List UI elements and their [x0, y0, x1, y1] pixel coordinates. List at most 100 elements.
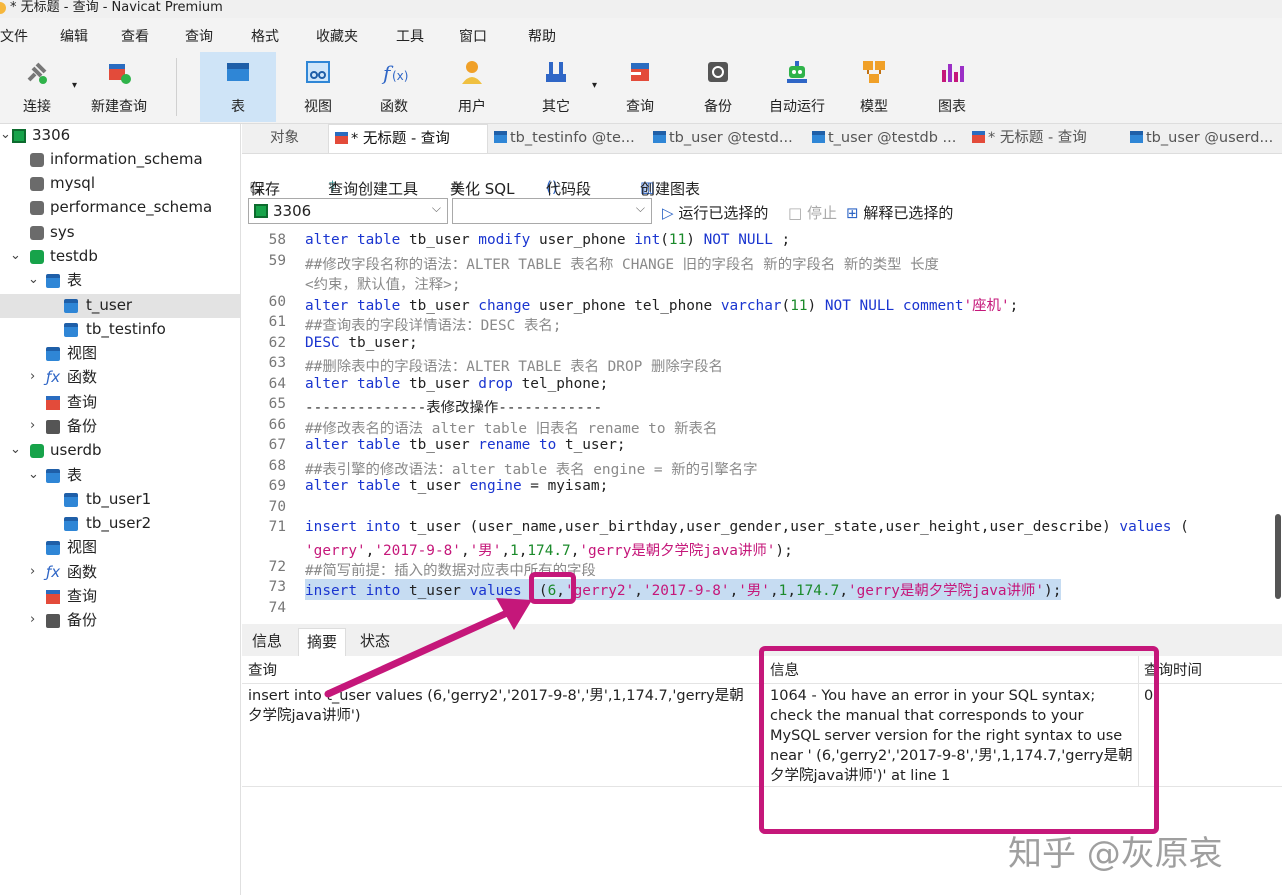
tree-userdb-functions[interactable]: › ƒx 函数 [0, 561, 240, 585]
line-number: 69 [268, 478, 286, 494]
menu-window[interactable]: 窗口 [459, 26, 487, 46]
chart-button[interactable]: 图表 [926, 52, 978, 122]
line-number: 59 [268, 253, 286, 269]
code-line: 'gerry','2017-9-8','男',1,174.7,'gerry是朝夕… [305, 543, 793, 559]
menu-favorites[interactable]: 收藏夹 [316, 26, 358, 46]
code-line: ##修改字段名称的语法：ALTER TABLE 表名称 CHANGE 旧的字段名… [305, 257, 939, 273]
connect-button[interactable]: 连接 [14, 52, 60, 122]
menu-file[interactable]: 文件 [0, 26, 28, 46]
other-button[interactable]: 其它 [530, 52, 582, 122]
menu-view[interactable]: 查看 [121, 26, 149, 46]
tree-userdb-tables[interactable]: ⌄ 表 [0, 464, 240, 488]
tree-userdb-queries[interactable]: 查询 [0, 585, 240, 609]
query-icon [46, 396, 60, 410]
table-button[interactable]: 表 [200, 52, 276, 122]
tab-tb-user-userdb[interactable]: tb_user @userd... [1130, 124, 1282, 153]
stop-button[interactable]: □ 停止 [788, 202, 837, 223]
chevron-down-icon: ⌵ [635, 201, 645, 215]
code-line: ##删除表中的字段语法：ALTER TABLE 表名 DROP 删除字段名 [305, 359, 723, 375]
menu-edit[interactable]: 编辑 [60, 26, 88, 46]
chevron-down-icon[interactable]: ⌄ [10, 439, 21, 461]
view-button[interactable]: 视图 [292, 52, 344, 122]
column-header-query: 查询 [248, 663, 277, 679]
editor-scrollbar[interactable] [1275, 514, 1281, 599]
tree-db-sys[interactable]: sys [0, 221, 240, 245]
tree-table-tb-user2[interactable]: tb_user2 [0, 512, 240, 536]
tab-objects[interactable]: 对象 [270, 124, 336, 153]
backup-button[interactable]: 备份 [692, 52, 744, 122]
tree-userdb-backups[interactable]: › 备份 [0, 609, 240, 633]
main-toolbar: 连接 ▾ 新建查询 表 视图 f (x) 函数 用户 其它 ▾ 查询 备份 自动运… [0, 52, 1282, 124]
connection-icon [254, 204, 268, 218]
tree-table-t-user[interactable]: t_user [0, 294, 240, 318]
code-line: ##查询表的字段详情语法：DESC 表名; [305, 318, 562, 334]
function-button[interactable]: f (x) 函数 [368, 52, 420, 122]
annotation-arrow-icon [324, 598, 532, 698]
model-button[interactable]: 模型 [848, 52, 900, 122]
tree-table-tb-user1[interactable]: tb_user1 [0, 488, 240, 512]
run-selected-button[interactable]: ▷ 运行已选择的 [662, 202, 768, 223]
database-icon [30, 153, 44, 167]
tree-db-mysql[interactable]: mysql [0, 172, 240, 196]
sql-editor[interactable]: 58 alter table tb_user modify user_phone… [242, 228, 1282, 624]
menu-query[interactable]: 查询 [185, 26, 213, 46]
result-time-cell[interactable]: 0. [1144, 686, 1274, 706]
line-number: 60 [268, 294, 286, 310]
tab-tb-testinfo[interactable]: tb_testinfo @te... [494, 124, 646, 153]
table-icon [494, 131, 507, 143]
table-icon [46, 274, 60, 288]
other-icon [546, 62, 566, 82]
explain-icon: ⊞ [846, 204, 859, 222]
tab-t-user-testdb[interactable]: t_user @testdb ... [812, 124, 964, 153]
chevron-down-icon[interactable]: ⌄ [28, 269, 39, 291]
chevron-down-icon[interactable]: ⌄ [0, 124, 11, 146]
line-number: 62 [268, 335, 286, 351]
explain-selected-button[interactable]: ⊞ 解释已选择的 [846, 202, 953, 223]
new-query-button[interactable]: 新建查询 [86, 52, 152, 122]
tree-testdb-functions[interactable]: › ƒx 函数 [0, 366, 240, 390]
tree-db-information-schema[interactable]: information_schema [0, 148, 240, 172]
chevron-down-icon[interactable]: ⌄ [28, 464, 39, 486]
tree-testdb-views[interactable]: 视图 [0, 342, 240, 366]
tree-userdb-views[interactable]: 视图 [0, 536, 240, 560]
chevron-right-icon[interactable]: › [30, 609, 35, 631]
line-number: 65 [268, 396, 286, 412]
chevron-right-icon[interactable]: › [30, 561, 35, 583]
chevron-down-icon[interactable]: ⌄ [10, 245, 21, 267]
menu-tools[interactable]: 工具 [396, 26, 424, 46]
tree-testdb-backups[interactable]: › 备份 [0, 415, 240, 439]
tree-db-performance-schema[interactable]: performance_schema [0, 196, 240, 220]
tab-untitled-query-2[interactable]: * 无标题 - 查询 [972, 124, 1122, 153]
query-icon [335, 132, 348, 144]
user-button[interactable]: 用户 [446, 52, 498, 122]
tab-untitled-query-active[interactable]: * 无标题 - 查询 [328, 124, 488, 153]
line-number: 73 [268, 579, 286, 595]
tab-tb-user-testdb[interactable]: tb_user @testd... [653, 124, 805, 153]
connection-select[interactable]: 3306 ⌵ [248, 198, 448, 224]
tree-connection[interactable]: ⌄ 3306 [0, 124, 240, 148]
code-line: alter table tb_user rename to t_user; [305, 437, 626, 453]
tab-info[interactable]: 信息 [244, 628, 290, 656]
backup-icon [46, 614, 60, 628]
other-dropdown-icon[interactable]: ▾ [592, 80, 597, 91]
connect-dropdown-icon[interactable]: ▾ [72, 80, 77, 91]
tree-db-testdb[interactable]: ⌄ testdb [0, 245, 240, 269]
tree-table-tb-testinfo[interactable]: tb_testinfo [0, 318, 240, 342]
auto-run-button[interactable]: 自动运行 [762, 52, 832, 122]
query-icon [972, 131, 985, 143]
chevron-right-icon[interactable]: › [30, 415, 35, 437]
line-number: 70 [268, 499, 286, 515]
chevron-right-icon[interactable]: › [30, 366, 35, 388]
document-tabs: 对象 * 无标题 - 查询 tb_testinfo @te... tb_user… [242, 124, 1282, 154]
tree-testdb-queries[interactable]: 查询 [0, 391, 240, 415]
line-number: 58 [268, 232, 286, 248]
query-button[interactable]: 查询 [612, 52, 668, 122]
query-icon [46, 590, 60, 604]
menu-format[interactable]: 格式 [251, 26, 279, 46]
play-icon: ▷ [662, 204, 674, 222]
tree-testdb-tables[interactable]: ⌄ 表 [0, 269, 240, 293]
tree-db-userdb[interactable]: ⌄ userdb [0, 439, 240, 463]
table-icon [227, 63, 249, 81]
menu-help[interactable]: 帮助 [528, 26, 556, 46]
database-select[interactable]: ⌵ [452, 198, 652, 224]
